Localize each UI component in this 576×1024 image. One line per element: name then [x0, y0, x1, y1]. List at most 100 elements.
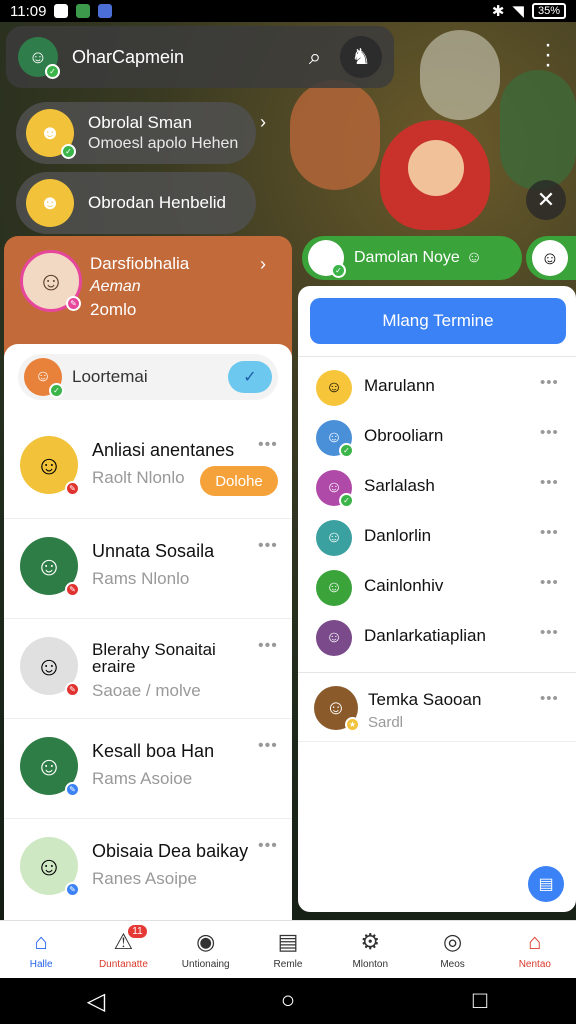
- store-icon: ⌂: [528, 929, 542, 954]
- nav-media[interactable]: ◎ Meos: [411, 921, 493, 978]
- emoji-avatar: ☺: [316, 370, 352, 406]
- nav-settings[interactable]: ⚙ Mlonton: [329, 921, 411, 978]
- more-icon[interactable]: •••: [258, 637, 278, 655]
- contact-subtitle: Rams Nlonlo: [92, 569, 190, 588]
- list-item[interactable]: ☺ ✓ Obrooliarn •••: [298, 412, 576, 462]
- notification-bell-icon[interactable]: ♞: [340, 36, 382, 78]
- person-icon: ☺: [37, 265, 65, 296]
- person-icon: ☺: [34, 368, 52, 385]
- list-item[interactable]: ☺ Cainlonhiv •••: [298, 562, 576, 612]
- more-icon[interactable]: •••: [540, 624, 559, 641]
- home-circle-icon[interactable]: ○: [268, 987, 308, 1015]
- online-check-icon: ✓: [339, 493, 354, 508]
- list-item[interactable]: ☺ ✎ Anliasi anentanes Raolt Nlonlo ••• D…: [4, 418, 292, 518]
- top-search-bar[interactable]: ☺ ✓ OharCapmein ⌕ ♞: [6, 26, 394, 88]
- nav-camera[interactable]: ◉ Untionaing: [165, 921, 247, 978]
- chevron-right-icon[interactable]: ›: [260, 254, 266, 275]
- more-icon[interactable]: •••: [540, 574, 559, 591]
- more-icon[interactable]: •••: [258, 737, 278, 755]
- compose-fab-icon[interactable]: ▤: [528, 866, 564, 902]
- contact-avatar: ☺ ✓: [308, 240, 346, 278]
- nav-documents[interactable]: ▤ Remle: [247, 921, 329, 978]
- contact-chip-partial[interactable]: ☺: [526, 236, 576, 280]
- more-icon[interactable]: •••: [540, 424, 559, 441]
- list-item[interactable]: ☺ ✎ Kesall boa Han Rams Asoioe •••: [4, 718, 292, 818]
- primary-action-button[interactable]: Mlang Termine: [310, 298, 566, 344]
- active-contact-chip[interactable]: ☺ ✓ Damolan Noye ☺: [302, 236, 522, 280]
- worker-icon: ☻: [39, 191, 61, 214]
- app-notification-icon: [76, 4, 91, 18]
- recents-icon[interactable]: □: [460, 987, 500, 1015]
- edit-badge-icon: ✎: [66, 296, 81, 311]
- contact-avatar: ☺: [532, 240, 568, 276]
- contact-avatar: ☺ ✓: [316, 470, 354, 508]
- person-icon: ☺: [325, 429, 343, 446]
- contact-avatar: ☻ ✓: [26, 109, 76, 159]
- person-icon: ☺: [35, 449, 63, 480]
- nav-notifications[interactable]: ⚠ 11 Duntanatte: [82, 921, 164, 978]
- divider: [298, 356, 576, 357]
- chevron-right-icon[interactable]: ›: [260, 112, 266, 133]
- battery-indicator: 35%: [531, 3, 566, 19]
- status-badge-icon: ✎: [65, 882, 80, 897]
- person-icon: ☺: [35, 650, 63, 681]
- contact-name: Unnata Sosaila: [92, 541, 215, 561]
- star-badge-icon: ★: [345, 717, 360, 732]
- media-icon: ◎: [442, 929, 463, 954]
- system-navigation-bar: ◁ ○ □: [0, 978, 576, 1024]
- status-badge-icon: ✎: [65, 481, 80, 496]
- list-item[interactable]: ☺ ✓ Sarlalash •••: [298, 462, 576, 512]
- contact-name: Obrooliarn: [364, 426, 444, 445]
- status-time: 11:09: [10, 2, 47, 20]
- person-icon: ☺: [28, 46, 48, 67]
- nav-label: Untionaing: [181, 959, 230, 970]
- status-badge[interactable]: Dolohe: [200, 466, 278, 496]
- more-options-icon[interactable]: · · ·: [536, 33, 560, 77]
- contact-avatar: ☺ ✎: [20, 436, 80, 496]
- send-icon[interactable]: ✓: [228, 361, 272, 393]
- contact-avatar: ☻: [26, 179, 74, 227]
- list-item[interactable]: ☺ ✎ Obisaia Dea baikay Ranes Asoipe •••: [4, 818, 292, 918]
- online-check-icon: ✓: [45, 64, 60, 79]
- contact-avatar: ☺: [316, 570, 352, 606]
- more-icon[interactable]: •••: [540, 374, 559, 391]
- nav-label: Mlonton: [352, 959, 389, 970]
- search-pill-text: Loortemai: [72, 367, 148, 386]
- more-icon[interactable]: •••: [258, 537, 278, 555]
- list-item[interactable]: ☺ ★ Temka Saooan Sardl •••: [298, 678, 576, 742]
- contact-name: Anliasi anentanes: [92, 440, 235, 460]
- status-badge-icon: ✎: [65, 582, 80, 597]
- list-item[interactable]: ☺ Marulann •••: [298, 362, 576, 412]
- contact-avatar: ☺ ✎: [20, 537, 80, 597]
- more-icon[interactable]: •••: [258, 436, 278, 454]
- chip-title: Obrodan Henbelid: [88, 193, 226, 212]
- status-bar: 11:09 ✱ ◥ 35%: [0, 0, 576, 22]
- chat-chip[interactable]: ☻ ✓ Obrolal Sman Omoesl apolo Hehen: [16, 102, 256, 164]
- user-avatar[interactable]: ☺ ✓: [18, 37, 60, 79]
- more-icon[interactable]: •••: [540, 524, 559, 541]
- contact-subtitle: Raolt Nlonlo: [92, 468, 185, 487]
- back-icon[interactable]: ◁: [76, 987, 116, 1016]
- person-icon: ☺: [540, 247, 560, 268]
- worker-icon: ☻: [39, 121, 61, 144]
- nav-store[interactable]: ⌂ Nentao: [494, 921, 576, 978]
- search-icon[interactable]: ⌕: [296, 38, 334, 76]
- more-icon[interactable]: •••: [540, 690, 559, 707]
- nav-home[interactable]: ⌂ Halle: [0, 921, 82, 978]
- home-icon: ⌂: [34, 929, 48, 954]
- status-badge-icon: ✎: [65, 782, 80, 797]
- close-icon[interactable]: ✕: [526, 180, 566, 220]
- list-item[interactable]: ☺ ✎ Blerahy Sonaitai eraire Saoae / molv…: [4, 618, 292, 718]
- list-item[interactable]: ☺ Danlorlin •••: [298, 512, 576, 562]
- profile-avatar: ☺ ✎: [20, 250, 82, 312]
- more-icon[interactable]: •••: [540, 474, 559, 491]
- chat-search-pill[interactable]: ☺ ✓ Loortemai ✓: [18, 354, 278, 400]
- bluetooth-icon: ✱: [491, 3, 505, 20]
- document-icon: ▤: [277, 929, 299, 954]
- list-item[interactable]: ☺ ✎ Unnata Sosaila Rams Nlonlo •••: [4, 518, 292, 618]
- more-icon[interactable]: •••: [258, 837, 278, 855]
- bottom-navigation: ⌂ Halle ⚠ 11 Duntanatte ◉ Untionaing ▤ R…: [0, 920, 576, 978]
- list-item[interactable]: ☺ Danlarkatiaplian •••: [298, 612, 576, 662]
- chat-chip[interactable]: ☻ Obrodan Henbelid: [16, 172, 256, 234]
- character-art: [420, 30, 500, 120]
